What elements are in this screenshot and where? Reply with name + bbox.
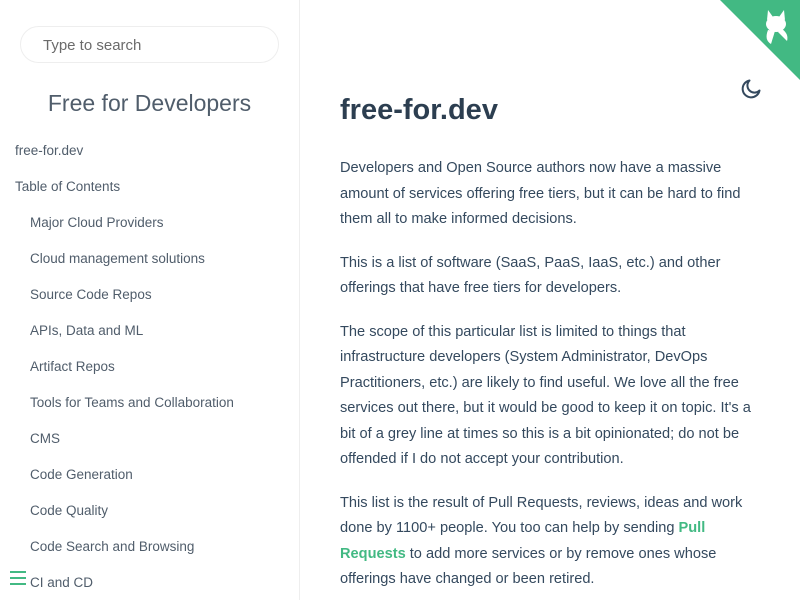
sidebar-item-major-cloud-providers[interactable]: Major Cloud Providers: [0, 212, 299, 248]
scope-paragraph: The scope of this particular list is lim…: [340, 323, 751, 468]
sidebar-item-cloud-management[interactable]: Cloud management solutions: [0, 248, 299, 284]
sidebar: Free for Developers free-for.dev Table o…: [0, 0, 300, 600]
sidebar-item-code-search[interactable]: Code Search and Browsing: [0, 536, 299, 572]
main-content: free-for.dev Developers and Open Source …: [340, 88, 765, 611]
search-input[interactable]: [43, 35, 263, 55]
page-title: free-for.dev: [340, 94, 498, 126]
sidebar-item-code-quality[interactable]: Code Quality: [0, 500, 299, 536]
search-box: [20, 26, 279, 63]
github-octocat-icon[interactable]: [720, 0, 800, 80]
sidebar-item-source-code-repos[interactable]: Source Code Repos: [0, 284, 299, 320]
intro-paragraph: Developers and Open Source authors now h…: [340, 160, 741, 227]
sidebar-item-cms[interactable]: CMS: [0, 428, 299, 464]
sidebar-item-artifact-repos[interactable]: Artifact Repos: [0, 356, 299, 392]
sidebar-nav: free-for.dev Table of Contents Major Clo…: [0, 140, 299, 600]
hamburger-menu-icon[interactable]: [10, 571, 26, 585]
sidebar-item-free-for-dev[interactable]: free-for.dev: [0, 140, 299, 176]
contributors-paragraph: This list is the result of Pull Requests…: [340, 491, 765, 593]
sidebar-item-table-of-contents[interactable]: Table of Contents: [0, 176, 299, 212]
sidebar-item-apis-data-ml[interactable]: APIs, Data and ML: [0, 320, 299, 356]
sidebar-item-code-generation[interactable]: Code Generation: [0, 464, 299, 500]
list-description-paragraph: This is a list of software (SaaS, PaaS, …: [340, 254, 721, 297]
sidebar-item-ci-cd[interactable]: CI and CD: [0, 572, 299, 600]
app-name-link[interactable]: Free for Developers: [0, 90, 299, 117]
sidebar-item-tools-for-teams[interactable]: Tools for Teams and Collaboration: [0, 392, 299, 428]
